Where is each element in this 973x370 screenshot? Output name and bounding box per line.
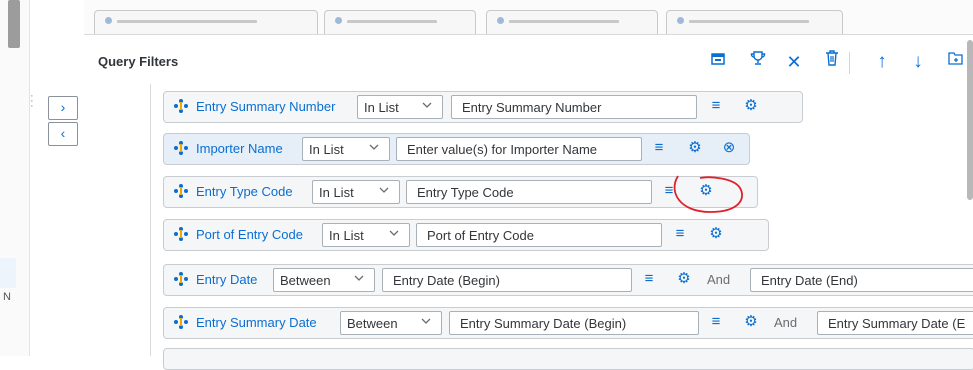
value-help-icon[interactable]: ≡ [650, 139, 668, 157]
tree-connector-line [150, 84, 151, 356]
annotation-circle [673, 175, 743, 213]
trophy-icon[interactable] [746, 50, 770, 74]
operator-select[interactable]: In List [312, 180, 400, 204]
filter-row-entry-date: Entry Date Between Entry Date (Begin) ≡ … [163, 264, 973, 296]
left-partial-text: N [3, 291, 11, 303]
filter-value-input[interactable]: Entry Type Code [406, 180, 652, 204]
input-text: Entry Summary Date (E [828, 316, 966, 331]
value-help-icon[interactable]: ≡ [671, 225, 689, 243]
and-label: And [707, 272, 731, 287]
operator-select[interactable]: Between [340, 311, 442, 335]
expand-button[interactable]: › [48, 96, 78, 120]
operator-value: In List [364, 100, 399, 115]
gear-icon[interactable]: ⚙ [686, 139, 704, 157]
filter-label: Port of Entry Code [196, 227, 303, 242]
left-selected-item[interactable] [0, 258, 16, 288]
collapse-button[interactable]: ‹ [48, 122, 78, 146]
gear-icon[interactable]: ⚙ [742, 313, 760, 331]
left-panel: N [0, 0, 30, 356]
date-begin-input[interactable]: Entry Summary Date (Begin) [449, 311, 699, 335]
drag-handle-icon[interactable] [173, 314, 189, 330]
gear-icon[interactable]: ⚙ [707, 225, 725, 243]
filter-label: Entry Summary Number [196, 99, 336, 114]
filter-label: Entry Type Code [196, 184, 293, 199]
operator-value: In List [329, 228, 364, 243]
value-help-icon[interactable]: ≡ [640, 270, 658, 288]
date-end-input[interactable]: Entry Date (End) [750, 268, 973, 292]
chevron-down-icon [377, 183, 391, 197]
filter-value-input[interactable]: Port of Entry Code [416, 223, 662, 247]
operator-select[interactable]: Between [273, 268, 375, 292]
gear-icon[interactable]: ⚙ [742, 97, 760, 115]
top-chip[interactable] [666, 10, 843, 34]
drag-handle-icon[interactable] [173, 98, 189, 114]
input-text: Enter value(s) for Importer Name [407, 142, 598, 157]
toolbar-separator [849, 52, 850, 74]
input-text: Entry Date (Begin) [393, 273, 500, 288]
chevron-down-icon [420, 98, 434, 112]
filter-row-entry-type-code: Entry Type Code In List Entry Type Code … [163, 176, 758, 208]
date-end-input[interactable]: Entry Summary Date (E [817, 311, 973, 335]
operator-select[interactable]: In List [302, 137, 390, 161]
top-chip[interactable] [94, 10, 318, 34]
operator-value: Between [280, 273, 331, 288]
delete-icon[interactable] [820, 50, 844, 74]
clear-icon[interactable]: ⊗ [720, 139, 738, 157]
filter-value-input[interactable]: Enter value(s) for Importer Name [396, 137, 642, 161]
arrow-down-icon[interactable]: ↓ [906, 50, 930, 74]
top-chip[interactable] [324, 10, 476, 34]
filter-label: Entry Summary Date [196, 315, 317, 330]
filter-row-importer-name: Importer Name In List Enter value(s) for… [163, 133, 750, 165]
input-text: Entry Date (End) [761, 273, 858, 288]
panel-title: Query Filters [98, 54, 179, 69]
variant-icon[interactable] [706, 50, 730, 74]
value-help-icon[interactable]: ≡ [707, 313, 725, 331]
operator-select[interactable]: In List [357, 95, 443, 119]
chevron-down-icon [419, 314, 433, 328]
add-folder-icon[interactable] [944, 50, 968, 74]
drag-handle-icon[interactable] [173, 140, 189, 156]
splitter-grip-icon[interactable]: · · · [30, 91, 34, 112]
operator-value: In List [309, 142, 344, 157]
operator-value: In List [319, 185, 354, 200]
filter-row-entry-summary-date: Entry Summary Date Between Entry Summary… [163, 307, 973, 339]
operator-select[interactable]: In List [322, 223, 410, 247]
filter-row-entry-summary-number: Entry Summary Number In List Entry Summa… [163, 91, 803, 123]
input-text: Entry Summary Number [462, 100, 602, 115]
close-icon[interactable]: ✕ [782, 50, 806, 74]
chevron-down-icon [387, 226, 401, 240]
left-scrollbar[interactable] [8, 0, 20, 48]
input-text: Entry Type Code [417, 185, 514, 200]
filter-label: Importer Name [196, 141, 283, 156]
arrow-up-icon[interactable]: ↑ [870, 50, 894, 74]
input-text: Port of Entry Code [427, 228, 534, 243]
operator-value: Between [347, 316, 398, 331]
chevron-down-icon [367, 140, 381, 154]
top-chip[interactable] [486, 10, 658, 34]
top-filter-strip [84, 0, 973, 35]
drag-handle-icon[interactable] [173, 226, 189, 242]
drag-handle-icon[interactable] [173, 271, 189, 287]
filter-value-input[interactable]: Entry Summary Number [451, 95, 697, 119]
right-scrollbar[interactable] [967, 40, 973, 200]
and-label: And [774, 315, 798, 330]
chevron-down-icon [352, 271, 366, 285]
filter-label: Entry Date [196, 272, 258, 287]
value-help-icon[interactable]: ≡ [707, 97, 725, 115]
gear-icon[interactable]: ⚙ [675, 270, 693, 288]
drag-handle-icon[interactable] [173, 183, 189, 199]
filter-row-partial [163, 348, 973, 370]
filter-row-port-of-entry-code: Port of Entry Code In List Port of Entry… [163, 219, 769, 251]
date-begin-input[interactable]: Entry Date (Begin) [382, 268, 632, 292]
input-text: Entry Summary Date (Begin) [460, 316, 627, 331]
